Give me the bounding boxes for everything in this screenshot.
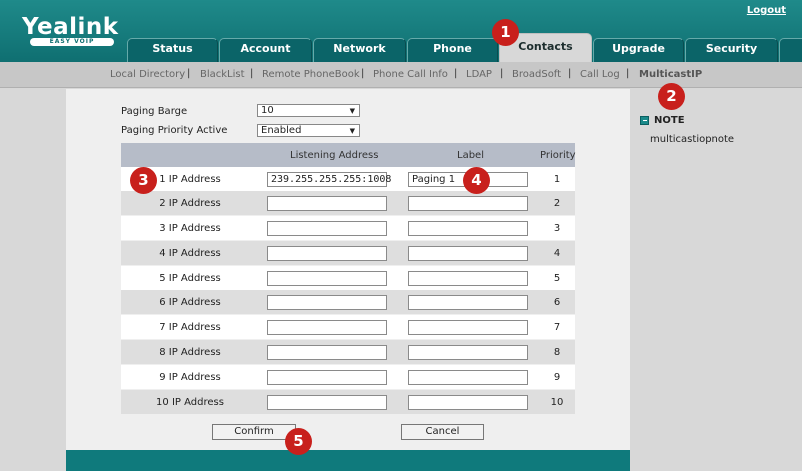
tab-upgrade[interactable]: Upgrade bbox=[593, 38, 684, 62]
callout-badge-3: 3 bbox=[130, 167, 157, 194]
label-input[interactable] bbox=[408, 246, 528, 261]
tab-security[interactable]: Security bbox=[685, 38, 778, 62]
row-label: 9 IP Address bbox=[159, 372, 221, 383]
paging-barge-select[interactable]: 10 ▼ bbox=[257, 104, 360, 117]
subnav-separator: | bbox=[361, 68, 365, 79]
row-label: 8 IP Address bbox=[159, 347, 221, 358]
callout-badge-2: 2 bbox=[658, 83, 685, 110]
yealink-logo: Yealink bbox=[22, 14, 119, 40]
priority-value: 2 bbox=[553, 198, 561, 209]
listening-address-input[interactable] bbox=[267, 196, 387, 211]
subnav-separator: | bbox=[500, 68, 504, 79]
listening-address-input[interactable] bbox=[267, 345, 387, 360]
logo-tagline: EASY VOIP bbox=[30, 38, 114, 46]
header-label: Label bbox=[457, 150, 484, 161]
label-input[interactable] bbox=[408, 271, 528, 286]
paging-priority-select[interactable]: Enabled ▼ bbox=[257, 124, 360, 137]
paging-priority-value: Enabled bbox=[261, 125, 302, 136]
tab-phone[interactable]: Phone bbox=[407, 38, 498, 62]
subnav-separator: | bbox=[250, 68, 254, 79]
priority-value: 1 bbox=[553, 174, 561, 185]
tab-network[interactable]: Network bbox=[313, 38, 406, 62]
row-label: 10 IP Address bbox=[156, 397, 224, 408]
priority-value: 4 bbox=[553, 248, 561, 259]
priority-value: 5 bbox=[553, 273, 561, 284]
header-priority: Priority bbox=[540, 150, 576, 161]
subnav-ldap[interactable]: LDAP bbox=[466, 69, 492, 80]
tab-account[interactable]: Account bbox=[219, 38, 312, 62]
callout-badge-4: 4 bbox=[463, 167, 490, 194]
listening-address-input[interactable]: 239.255.255.255:1008 bbox=[267, 172, 391, 187]
subnav-phone-call-info[interactable]: Phone Call Info bbox=[373, 69, 448, 80]
row-label: 3 IP Address bbox=[159, 223, 221, 234]
subnav-separator: | bbox=[568, 68, 572, 79]
note-text: multicastiopnote bbox=[650, 134, 735, 145]
subnav-separator: | bbox=[187, 68, 191, 79]
subnav-call-log[interactable]: Call Log bbox=[580, 69, 620, 80]
paging-barge-value: 10 bbox=[261, 105, 274, 116]
tab-status[interactable]: Status bbox=[127, 38, 218, 62]
listening-address-input[interactable] bbox=[267, 370, 387, 385]
subnav-local-directory[interactable]: Local Directory bbox=[110, 69, 185, 80]
contacts-subnav: Local Directory | BlackList | Remote Pho… bbox=[0, 62, 802, 88]
logout-link[interactable]: Logout bbox=[747, 5, 786, 16]
label-input[interactable] bbox=[408, 196, 528, 211]
subnav-separator: | bbox=[626, 68, 630, 79]
row-label: 7 IP Address bbox=[159, 322, 221, 333]
tab-more[interactable] bbox=[779, 38, 802, 62]
listening-address-input[interactable] bbox=[267, 221, 387, 236]
listening-address-input[interactable] bbox=[267, 295, 387, 310]
callout-badge-1: 1 bbox=[492, 19, 519, 46]
dropdown-arrow-icon: ▼ bbox=[349, 107, 355, 115]
paging-barge-label: Paging Barge bbox=[121, 106, 188, 117]
subnav-separator: | bbox=[454, 68, 458, 79]
row-label: 6 IP Address bbox=[159, 297, 221, 308]
label-input[interactable] bbox=[408, 370, 528, 385]
listening-address-input[interactable] bbox=[267, 271, 387, 286]
cancel-button[interactable]: Cancel bbox=[401, 424, 484, 440]
priority-value: 8 bbox=[553, 347, 561, 358]
subnav-multicastip[interactable]: MulticastIP bbox=[639, 69, 702, 80]
note-title: NOTE bbox=[654, 115, 685, 126]
header-bar: Yealink EASY VOIP Logout Status Account … bbox=[0, 0, 802, 62]
confirm-button[interactable]: Confirm bbox=[212, 424, 296, 440]
row-label: 5 IP Address bbox=[159, 273, 221, 284]
subnav-remote-phonebook[interactable]: Remote PhoneBook bbox=[262, 69, 360, 80]
priority-value: 7 bbox=[553, 322, 561, 333]
callout-badge-5: 5 bbox=[285, 428, 312, 455]
listening-address-input[interactable] bbox=[267, 320, 387, 335]
header-listening-address: Listening Address bbox=[290, 150, 379, 161]
priority-value: 10 bbox=[550, 397, 564, 408]
label-input[interactable] bbox=[408, 295, 528, 310]
priority-value: 6 bbox=[553, 297, 561, 308]
note-icon bbox=[640, 116, 649, 125]
subnav-broadsoft[interactable]: BroadSoft bbox=[512, 69, 561, 80]
label-input[interactable] bbox=[408, 395, 528, 410]
priority-value: 9 bbox=[553, 372, 561, 383]
label-input[interactable] bbox=[408, 320, 528, 335]
priority-value: 3 bbox=[553, 223, 561, 234]
row-label: 4 IP Address bbox=[159, 248, 221, 259]
label-input[interactable] bbox=[408, 221, 528, 236]
subnav-blacklist[interactable]: BlackList bbox=[200, 69, 245, 80]
listening-address-input[interactable] bbox=[267, 246, 387, 261]
label-input[interactable] bbox=[408, 345, 528, 360]
footer-bar bbox=[66, 450, 630, 471]
dropdown-arrow-icon: ▼ bbox=[349, 127, 355, 135]
paging-priority-label: Paging Priority Active bbox=[121, 125, 228, 136]
row-label: 2 IP Address bbox=[159, 198, 221, 209]
listening-address-input[interactable] bbox=[267, 395, 387, 410]
